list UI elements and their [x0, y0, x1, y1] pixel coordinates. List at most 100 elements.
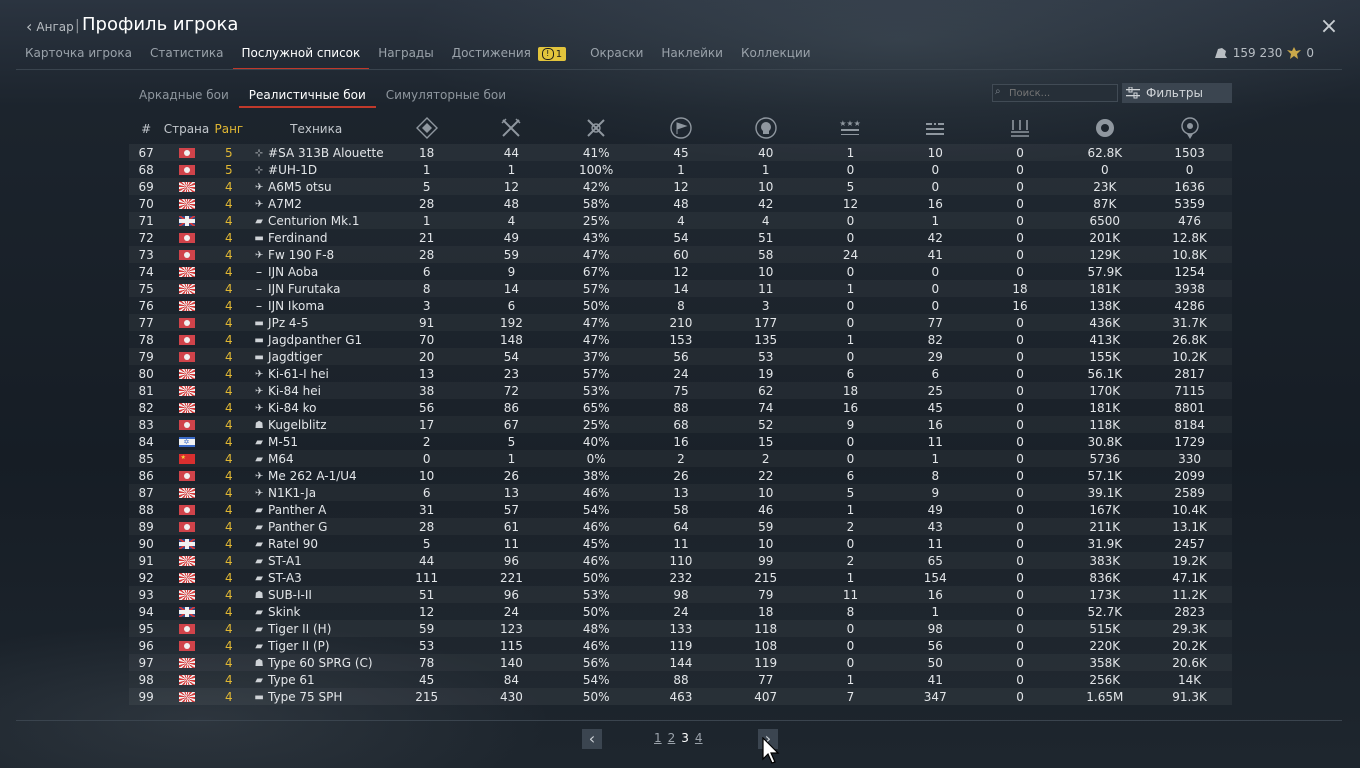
tab-collections[interactable]: Коллекции: [732, 44, 820, 68]
header-battles[interactable]: [384, 114, 469, 144]
battles-cell: 56: [419, 400, 435, 415]
vehicle-type-icon: ▰: [255, 606, 263, 618]
table-row[interactable]: 81 4 ✈ Ki-84 hei 38 72 53% 75 62 18 25 0 170K 7115: [129, 382, 1232, 399]
close-icon: ×: [1319, 14, 1339, 39]
header-deaths[interactable]: [723, 114, 808, 144]
country-cell: [163, 620, 210, 637]
search-input[interactable]: [992, 84, 1118, 102]
victories-cell: 50%: [553, 688, 639, 705]
table-row[interactable]: 854▰M64010%220105736330: [129, 450, 1232, 467]
table-row[interactable]: 68 5 ⊹ #UH-1D 1 1 100% 1 1 0 0 0 0 0: [129, 161, 1232, 178]
row-number: 76: [138, 298, 154, 313]
tab-player-card[interactable]: Карточка игрока: [16, 44, 141, 68]
table-row[interactable]: 77 4 ▬ JPz 4-5 91 192 47% 210 177 0 77 0 436K 31.7K: [129, 314, 1232, 331]
deaths-cell: 15: [758, 434, 774, 449]
header-research-points[interactable]: [1062, 114, 1147, 144]
back-to-hangar-button[interactable]: ‹ Ангар: [26, 19, 74, 35]
vehicle-type-icon: ▰: [255, 555, 263, 567]
victories-cell: 67%: [582, 264, 610, 279]
tab-skins[interactable]: Окраски: [581, 44, 652, 68]
mode-tab-simulator[interactable]: Симуляторные бои: [376, 88, 516, 106]
table-row[interactable]: 79 4 ▬ Jagdtiger 20 54 37% 56 53 0 29 0 155K 10.2K: [129, 348, 1232, 365]
header-vehicle[interactable]: Техника: [248, 114, 384, 144]
tab-service-record[interactable]: Послужной список: [232, 44, 370, 70]
table-row[interactable]: 82 4 ✈ Ki-84 ko 56 86 65% 88 74 16 45 0 181K 8801: [129, 399, 1232, 416]
victories-cell: 40%: [582, 434, 610, 449]
table-row[interactable]: 70 4 ✈ A7M2 28 48 58% 48 42 12 16 0 87K 5359: [129, 195, 1232, 212]
country-cell: [163, 688, 210, 705]
header-ground-kills[interactable]: [893, 114, 978, 144]
tab-statistics[interactable]: Статистика: [141, 44, 233, 68]
row-number: 70: [138, 196, 154, 211]
table-row[interactable]: 75 4 ⎯ IJN Furutaka 8 14 57% 14 11 1 0 18 181K 3938: [129, 280, 1232, 297]
prev-page-button[interactable]: ‹: [582, 729, 602, 749]
table-row[interactable]: 95 4 ▰ Tiger II (H) 59 123 48% 133 118 0 98 0 515K 29…: [129, 620, 1232, 637]
header-country[interactable]: Страна: [163, 114, 210, 144]
vehicle-type-icon: ✈: [254, 181, 264, 193]
respawns-cell: 9: [507, 264, 516, 279]
vehicle-cell: ▰ Type 61: [248, 671, 384, 688]
table-row[interactable]: 89 4 ▰ Panther G 28 61 46% 64 59 2 43 0 211K 13.1K: [129, 518, 1232, 535]
table-row[interactable]: 67 5 ⊹ #SA 313B Alouette II 18 44 41% 45 40 1 10 0 6…: [129, 144, 1232, 161]
country-flag-icon: [178, 301, 195, 311]
country-flag-icon: [178, 624, 195, 634]
tab-achievements[interactable]: Достижения ! 1: [443, 44, 575, 68]
table-row[interactable]: 74 4 ⎯ IJN Aoba 6 9 67% 12 10 0 0 0 57.9K 1254: [129, 263, 1232, 280]
table-row[interactable]: 97 4 ☗ Type 60 SPRG (C) 78 140 56% 144 119 0 50 0 35…: [129, 654, 1232, 671]
table-row[interactable]: 88 4 ▰ Panther A 31 57 54% 58 46 1 49 0 167K 10.4K: [129, 501, 1232, 518]
country-flag-icon: [178, 658, 195, 668]
header-victories[interactable]: [554, 114, 639, 144]
table-row[interactable]: 92 4 ▰ ST-A3 111 221 50% 232 215 1 154 0 836K 47.1K: [129, 569, 1232, 586]
victories-cell: 47%: [582, 332, 610, 347]
table-row[interactable]: 99 4 ▬ Type 75 SPH 215 430 50% 463 407 7 347 0 1.65M…: [129, 688, 1232, 705]
activity-cell: 8801: [1174, 400, 1205, 415]
naval-kills-cell: 0: [977, 348, 1063, 365]
table-row[interactable]: 76 4 ⎯ IJN Ikoma 3 6 50% 8 3 0 0 16 138K 4286: [129, 297, 1232, 314]
table-row[interactable]: 96 4 ▰ Tiger II (P) 53 115 46% 119 108 0 56 0 220K 20…: [129, 637, 1232, 654]
table-row[interactable]: 98 4 ▰ Type 61 45 84 54% 88 77 1 41 0 256K 14K: [129, 671, 1232, 688]
header-rank[interactable]: Ранг: [210, 114, 248, 144]
table-row[interactable]: 91 4 ▰ ST-A1 44 96 46% 110 99 2 65 0 383K 19.2K: [129, 552, 1232, 569]
page-link[interactable]: 1: [654, 731, 662, 745]
table-row[interactable]: 80 4 ✈ Ki-61-I hei 13 23 57% 24 19 6 6 0 56.1K 2817: [129, 365, 1232, 382]
table-row[interactable]: 86 4 ✈ Me 262 A-1/U4 10 26 38% 26 22 6 8 0 57.1K 2099: [129, 467, 1232, 484]
battles-cell: 70: [419, 332, 435, 347]
naval-kills-cell: 0: [1016, 468, 1024, 483]
mode-tab-arcade[interactable]: Аркадные бои: [129, 88, 239, 106]
activity-cell: 0: [1185, 162, 1194, 177]
header-activity[interactable]: [1147, 114, 1232, 144]
victory-percent-cell: 88: [673, 400, 689, 415]
table-row[interactable]: 72 4 ▬ Ferdinand 21 49 43% 54 51 0 42 0 201K 12.8K: [129, 229, 1232, 246]
page-link[interactable]: 4: [695, 731, 703, 745]
tab-awards[interactable]: Награды: [369, 44, 442, 68]
table-row[interactable]: 69 4 ✈ A6M5 otsu 5 12 42% 12 10 5 0 0 23K 1636: [129, 178, 1232, 195]
table-row[interactable]: 73 4 ✈ Fw 190 F-8 28 59 47% 60 58 24 41 0 129K 10.8K: [129, 246, 1232, 263]
table-row[interactable]: 93 4 ☗ SUB-I-II 51 96 53% 98 79 11 16 0 173K 11.2K: [129, 586, 1232, 603]
tab-decals[interactable]: Наклейки: [652, 44, 732, 68]
header-number[interactable]: #: [129, 114, 163, 144]
close-button[interactable]: ×: [1318, 16, 1340, 38]
header-respawns[interactable]: [469, 114, 554, 144]
filters-button[interactable]: Фильтры: [1122, 83, 1232, 103]
golden-eagles-icon: [1287, 47, 1302, 59]
respawns-cell: 192: [469, 314, 554, 331]
air-kills-cell: 16: [842, 400, 859, 415]
table-row[interactable]: 90 4 ▰ Ratel 90 5 11 45% 11 10 0 11 0 31.9K 2457: [129, 535, 1232, 552]
table-row[interactable]: 83 4 ☗ Kugelblitz 17 67 25% 68 52 9 16 0 118K 8184: [129, 416, 1232, 433]
header-victory-percent[interactable]: [639, 114, 724, 144]
vehicle-type-icon: ✈: [254, 487, 264, 499]
table-row[interactable]: 71 4 ▰ Centurion Mk.1 1 4 25% 4 4 0 1 0 6500 476: [129, 212, 1232, 229]
table-row[interactable]: 94 4 ▰ Skink 12 24 50% 24 18 8 1 0 52.7K 2823: [129, 603, 1232, 620]
header-naval-kills[interactable]: [978, 114, 1063, 144]
table-row[interactable]: 84 4 ▰ M-51 2 5 40% 16 15 0 11 0 30.8K 1729: [129, 433, 1232, 450]
vehicle-type-icon: ✈: [254, 470, 264, 482]
country-flag-icon: [178, 284, 195, 294]
page-link[interactable]: 2: [668, 731, 676, 745]
mode-tab-realistic[interactable]: Реалистичные бои: [238, 88, 376, 108]
table-row[interactable]: 87 4 ✈ N1K1-Ja 6 13 46% 13 10 5 9 0 39.1K 2589: [129, 484, 1232, 501]
achievements-badge: ! 1: [537, 47, 567, 61]
vehicle-type-icon: ▰: [255, 538, 263, 550]
table-row[interactable]: 78 4 ▬ Jagdpanther G1 70 148 47% 153 135 1 82 0 413K…: [129, 331, 1232, 348]
header-air-kills[interactable]: ★★★: [808, 114, 893, 144]
rank-cell: 4: [225, 536, 233, 551]
